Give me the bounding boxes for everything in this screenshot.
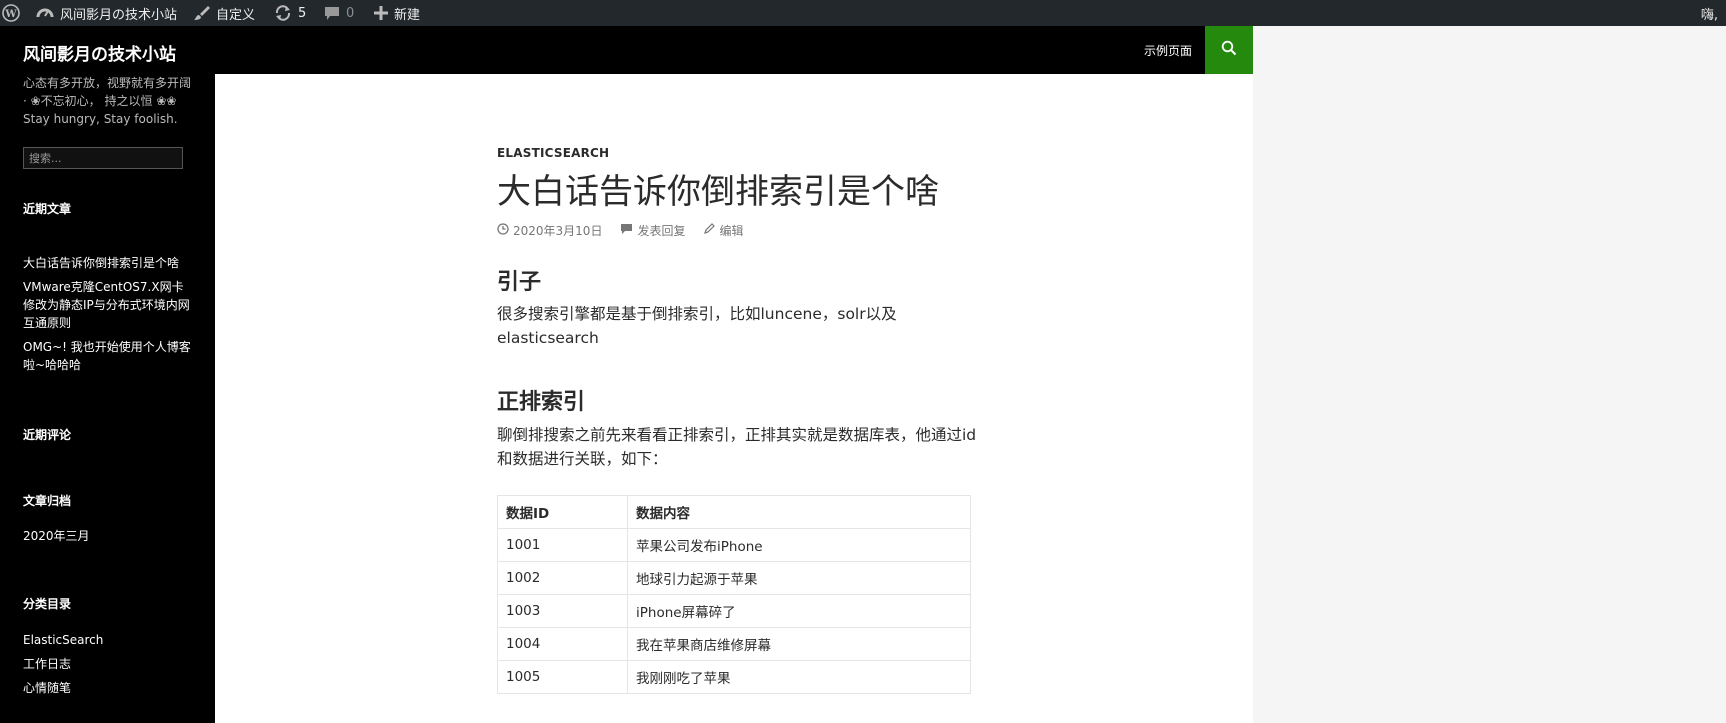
sidebar-search-input[interactable]: [23, 147, 183, 169]
section-text-intro: 很多搜索引擎都是基于倒排索引，比如luncene，solr以及elasticse…: [497, 305, 897, 347]
table-cell: iPhone屏幕碎了: [627, 594, 971, 628]
section-heading-intro: 引子: [497, 270, 542, 295]
table-cell: 1002: [497, 561, 628, 595]
search-icon: [1221, 40, 1237, 60]
svg-text:W: W: [4, 9, 17, 20]
table-cell: 1001: [497, 528, 628, 562]
table-cell: 我刚刚吃了苹果: [627, 660, 971, 694]
customize-label: 自定义: [216, 7, 256, 23]
wordpress-logo-icon[interactable]: W: [0, 0, 22, 26]
brush-icon: [194, 5, 210, 21]
comments-count: 0: [346, 5, 355, 21]
greeting-text: 嗨,: [1700, 7, 1718, 23]
table-row: 1004 我在苹果商店维修屏幕: [497, 627, 971, 661]
recent-posts-title: 近期文章: [23, 202, 72, 216]
table-header-cell: 数据ID: [497, 495, 628, 529]
table-header-cell: 数据内容: [627, 495, 971, 529]
table-cell: 苹果公司发布iPhone: [627, 528, 971, 562]
site-header: 示例页面: [215, 26, 1253, 74]
customize-link[interactable]: 自定义: [194, 0, 255, 26]
comment-bubble-icon: [324, 6, 340, 21]
post-date-link[interactable]: 2020年3月10日: [513, 222, 602, 239]
forward-index-table: 数据ID 数据内容 1001 苹果公司发布iPhone 1002 地球引力起源于…: [497, 495, 971, 694]
edit-post-link[interactable]: 编辑: [719, 222, 743, 239]
reply-bubble-icon: [620, 223, 633, 238]
admin-bar: W 风间影月の技术小站 自定义 5 0 新建 嗨,: [0, 0, 1726, 26]
categories-title: 分类目录: [23, 597, 72, 611]
site-description: 心态有多开放，视野就有多开阔 · ❀不忘初心， 持之以恒 ❀❀ Stay hun…: [23, 76, 192, 126]
table-cell: 1003: [497, 594, 628, 628]
table-row: 1001 苹果公司发布iPhone: [497, 528, 971, 562]
table-cell: 我在苹果商店维修屏幕: [627, 627, 971, 661]
table-row: 1002 地球引力起源于苹果: [497, 561, 971, 595]
section-heading-forward-index: 正排索引: [497, 390, 586, 415]
post-title: 大白话告诉你倒排索引是个啥: [497, 172, 939, 212]
post-category-link[interactable]: ELASTICSEARCH: [497, 146, 609, 160]
plus-icon: [374, 6, 388, 20]
table-row: 1003 iPhone屏幕碎了: [497, 594, 971, 628]
category-link-mood[interactable]: 心情随笔: [23, 679, 191, 697]
archives-title: 文章归档: [23, 494, 72, 508]
comments-link[interactable]: 0: [324, 0, 354, 26]
recent-post-link-2[interactable]: VMware克隆CentOS7.X网卡修改为静态IP与分布式环境内网互通原则: [23, 278, 191, 332]
recent-post-link-1[interactable]: 大白话告诉你倒排索引是个啥: [23, 254, 191, 272]
new-label: 新建: [394, 7, 421, 23]
updates-link[interactable]: 5: [274, 0, 306, 26]
recent-post-link-3[interactable]: OMG~! 我也开始使用个人博客啦~哈哈哈: [23, 338, 191, 374]
category-link-elasticsearch[interactable]: ElasticSearch: [23, 631, 191, 649]
site-title-link[interactable]: 风间影月の技术小站: [23, 40, 176, 65]
right-background: [1253, 26, 1726, 723]
nav-sample-page[interactable]: 示例页面: [1144, 26, 1192, 74]
admin-site-name: 风间影月の技术小站: [60, 7, 178, 23]
updates-count: 5: [298, 5, 307, 21]
table-row: 1005 我刚刚吃了苹果: [497, 660, 971, 694]
recent-comments-title: 近期评论: [23, 428, 72, 442]
section-text-forward-index: 聊倒排搜索之前先来看看正排索引，正排其实就是数据库表，他通过id和数据进行关联，…: [497, 426, 977, 468]
admin-site-name-link[interactable]: 风间影月の技术小站: [36, 0, 177, 26]
search-toggle-button[interactable]: [1205, 26, 1253, 74]
main-content: ELASTICSEARCH 大白话告诉你倒排索引是个啥 2020年3月10日 发…: [215, 74, 1253, 723]
updates-icon: [274, 5, 292, 21]
dashboard-icon: [36, 5, 54, 21]
category-link-work-log[interactable]: 工作日志: [23, 655, 191, 673]
left-sidebar: 风间影月の技术小站 心态有多开放，视野就有多开阔 · ❀不忘初心， 持之以恒 ❀…: [0, 26, 215, 723]
leave-reply-link[interactable]: 发表回复: [637, 222, 685, 239]
post-meta: 2020年3月10日 发表回复 编辑: [497, 222, 743, 239]
table-cell: 地球引力起源于苹果: [627, 561, 971, 595]
table-cell: 1004: [497, 627, 628, 661]
archive-link[interactable]: 2020年三月: [23, 527, 191, 545]
table-cell: 1005: [497, 660, 628, 694]
pencil-icon: [703, 223, 716, 238]
table-header-row: 数据ID 数据内容: [497, 495, 971, 529]
new-content-link[interactable]: 新建: [374, 0, 420, 26]
clock-icon: [497, 223, 509, 238]
account-greeting[interactable]: 嗨,: [1701, 0, 1718, 26]
